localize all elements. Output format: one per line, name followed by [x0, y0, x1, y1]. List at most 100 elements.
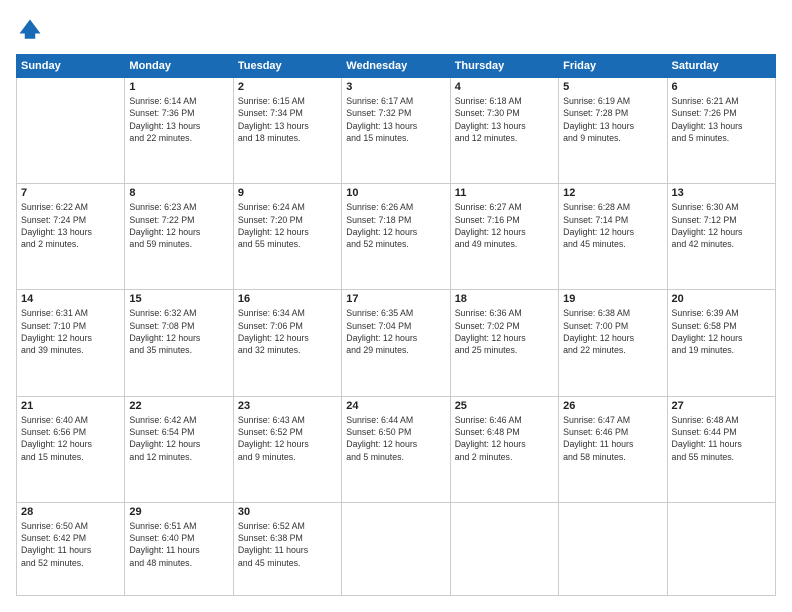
calendar-cell: 8 Sunrise: 6:23 AM Sunset: 7:22 PM Daylig… [125, 184, 233, 290]
day-number: 21 [21, 400, 120, 412]
calendar-cell: 4 Sunrise: 6:18 AM Sunset: 7:30 PM Daylig… [450, 78, 558, 184]
day-info: Sunrise: 6:39 AM Sunset: 6:58 PM Dayligh… [672, 307, 771, 356]
weekday-header-saturday: Saturday [667, 55, 775, 78]
day-info: Sunrise: 6:24 AM Sunset: 7:20 PM Dayligh… [238, 201, 337, 250]
calendar-cell: 26 Sunrise: 6:47 AM Sunset: 6:46 PM Dayli… [559, 396, 667, 502]
header [16, 16, 776, 44]
day-info: Sunrise: 6:30 AM Sunset: 7:12 PM Dayligh… [672, 201, 771, 250]
day-number: 8 [129, 187, 228, 199]
day-number: 20 [672, 293, 771, 305]
day-number: 26 [563, 400, 662, 412]
weekday-header-wednesday: Wednesday [342, 55, 450, 78]
day-info: Sunrise: 6:19 AM Sunset: 7:28 PM Dayligh… [563, 95, 662, 144]
day-number: 24 [346, 400, 445, 412]
calendar-week-row: 14 Sunrise: 6:31 AM Sunset: 7:10 PM Dayli… [17, 290, 776, 396]
weekday-header-thursday: Thursday [450, 55, 558, 78]
calendar-cell: 20 Sunrise: 6:39 AM Sunset: 6:58 PM Dayli… [667, 290, 775, 396]
day-number: 27 [672, 400, 771, 412]
day-info: Sunrise: 6:42 AM Sunset: 6:54 PM Dayligh… [129, 414, 228, 463]
day-info: Sunrise: 6:34 AM Sunset: 7:06 PM Dayligh… [238, 307, 337, 356]
calendar-cell: 6 Sunrise: 6:21 AM Sunset: 7:26 PM Daylig… [667, 78, 775, 184]
calendar-table: SundayMondayTuesdayWednesdayThursdayFrid… [16, 54, 776, 596]
day-number: 9 [238, 187, 337, 199]
calendar-cell: 7 Sunrise: 6:22 AM Sunset: 7:24 PM Daylig… [17, 184, 125, 290]
day-info: Sunrise: 6:50 AM Sunset: 6:42 PM Dayligh… [21, 520, 120, 569]
day-info: Sunrise: 6:36 AM Sunset: 7:02 PM Dayligh… [455, 307, 554, 356]
calendar-cell: 15 Sunrise: 6:32 AM Sunset: 7:08 PM Dayli… [125, 290, 233, 396]
day-number: 4 [455, 81, 554, 93]
day-number: 6 [672, 81, 771, 93]
logo [16, 16, 48, 44]
day-info: Sunrise: 6:51 AM Sunset: 6:40 PM Dayligh… [129, 520, 228, 569]
calendar-cell: 23 Sunrise: 6:43 AM Sunset: 6:52 PM Dayli… [233, 396, 341, 502]
calendar-cell [667, 502, 775, 595]
calendar-cell: 16Sunrise: 6:34 AM Sunset: 7:06 PM Dayli… [233, 290, 341, 396]
day-number: 30 [238, 506, 337, 518]
calendar-cell: 19 Sunrise: 6:38 AM Sunset: 7:00 PM Dayli… [559, 290, 667, 396]
weekday-header-row: SundayMondayTuesdayWednesdayThursdayFrid… [17, 55, 776, 78]
day-info: Sunrise: 6:31 AM Sunset: 7:10 PM Dayligh… [21, 307, 120, 356]
day-info: Sunrise: 6:48 AM Sunset: 6:44 PM Dayligh… [672, 414, 771, 463]
day-info: Sunrise: 6:40 AM Sunset: 6:56 PM Dayligh… [21, 414, 120, 463]
day-number: 29 [129, 506, 228, 518]
calendar-cell: 27 Sunrise: 6:48 AM Sunset: 6:44 PM Dayli… [667, 396, 775, 502]
day-info: Sunrise: 6:27 AM Sunset: 7:16 PM Dayligh… [455, 201, 554, 250]
day-info: Sunrise: 6:38 AM Sunset: 7:00 PM Dayligh… [563, 307, 662, 356]
calendar-cell: 10 Sunrise: 6:26 AM Sunset: 7:18 PM Dayli… [342, 184, 450, 290]
day-info: Sunrise: 6:18 AM Sunset: 7:30 PM Dayligh… [455, 95, 554, 144]
day-info: Sunrise: 6:46 AM Sunset: 6:48 PM Dayligh… [455, 414, 554, 463]
day-info: Sunrise: 6:21 AM Sunset: 7:26 PM Dayligh… [672, 95, 771, 144]
day-number: 7 [21, 187, 120, 199]
day-number: 11 [455, 187, 554, 199]
day-number: 12 [563, 187, 662, 199]
weekday-header-friday: Friday [559, 55, 667, 78]
calendar-cell: 3Sunrise: 6:17 AM Sunset: 7:32 PM Daylig… [342, 78, 450, 184]
page: SundayMondayTuesdayWednesdayThursdayFrid… [0, 0, 792, 612]
calendar-cell: 29 Sunrise: 6:51 AM Sunset: 6:40 PM Dayli… [125, 502, 233, 595]
day-info: Sunrise: 6:26 AM Sunset: 7:18 PM Dayligh… [346, 201, 445, 250]
calendar-cell [17, 78, 125, 184]
weekday-header-sunday: Sunday [17, 55, 125, 78]
day-number: 18 [455, 293, 554, 305]
calendar-cell: 11 Sunrise: 6:27 AM Sunset: 7:16 PM Dayli… [450, 184, 558, 290]
calendar-week-row: 21 Sunrise: 6:40 AM Sunset: 6:56 PM Dayli… [17, 396, 776, 502]
calendar-cell [450, 502, 558, 595]
day-info: Sunrise: 6:35 AM Sunset: 7:04 PM Dayligh… [346, 307, 445, 356]
calendar-cell [342, 502, 450, 595]
day-info: Sunrise: 6:28 AM Sunset: 7:14 PM Dayligh… [563, 201, 662, 250]
day-number: 23 [238, 400, 337, 412]
day-info: Sunrise: 6:23 AM Sunset: 7:22 PM Dayligh… [129, 201, 228, 250]
calendar-cell: 18 Sunrise: 6:36 AM Sunset: 7:02 PM Dayli… [450, 290, 558, 396]
calendar-cell: 1 Sunrise: 6:14 AM Sunset: 7:36 PM Daylig… [125, 78, 233, 184]
day-number: 13 [672, 187, 771, 199]
calendar-cell: 9 Sunrise: 6:24 AM Sunset: 7:20 PM Daylig… [233, 184, 341, 290]
day-info: Sunrise: 6:22 AM Sunset: 7:24 PM Dayligh… [21, 201, 120, 250]
day-info: Sunrise: 6:14 AM Sunset: 7:36 PM Dayligh… [129, 95, 228, 144]
calendar-cell: 24 Sunrise: 6:44 AM Sunset: 6:50 PM Dayli… [342, 396, 450, 502]
day-number: 5 [563, 81, 662, 93]
calendar-cell: 17 Sunrise: 6:35 AM Sunset: 7:04 PM Dayli… [342, 290, 450, 396]
day-number: 1 [129, 81, 228, 93]
day-number: 14 [21, 293, 120, 305]
calendar-cell: 2 Sunrise: 6:15 AM Sunset: 7:34 PM Daylig… [233, 78, 341, 184]
calendar-week-row: 1 Sunrise: 6:14 AM Sunset: 7:36 PM Daylig… [17, 78, 776, 184]
day-number: 25 [455, 400, 554, 412]
day-number: 17 [346, 293, 445, 305]
logo-icon [16, 16, 44, 44]
day-info: Sunrise: 6:15 AM Sunset: 7:34 PM Dayligh… [238, 95, 337, 144]
day-info: Sunrise: 6:32 AM Sunset: 7:08 PM Dayligh… [129, 307, 228, 356]
day-info: Sunrise: 6:52 AM Sunset: 6:38 PM Dayligh… [238, 520, 337, 569]
day-number: 2 [238, 81, 337, 93]
day-number: 15 [129, 293, 228, 305]
calendar-cell: 28 Sunrise: 6:50 AM Sunset: 6:42 PM Dayli… [17, 502, 125, 595]
weekday-header-monday: Monday [125, 55, 233, 78]
day-info: Sunrise: 6:17 AM Sunset: 7:32 PM Dayligh… [346, 95, 445, 144]
day-number: 19 [563, 293, 662, 305]
day-number: 10 [346, 187, 445, 199]
calendar-cell [559, 502, 667, 595]
calendar-cell: 14 Sunrise: 6:31 AM Sunset: 7:10 PM Dayli… [17, 290, 125, 396]
day-number: 28 [21, 506, 120, 518]
day-info: Sunrise: 6:47 AM Sunset: 6:46 PM Dayligh… [563, 414, 662, 463]
day-info: Sunrise: 6:43 AM Sunset: 6:52 PM Dayligh… [238, 414, 337, 463]
day-info: Sunrise: 6:44 AM Sunset: 6:50 PM Dayligh… [346, 414, 445, 463]
